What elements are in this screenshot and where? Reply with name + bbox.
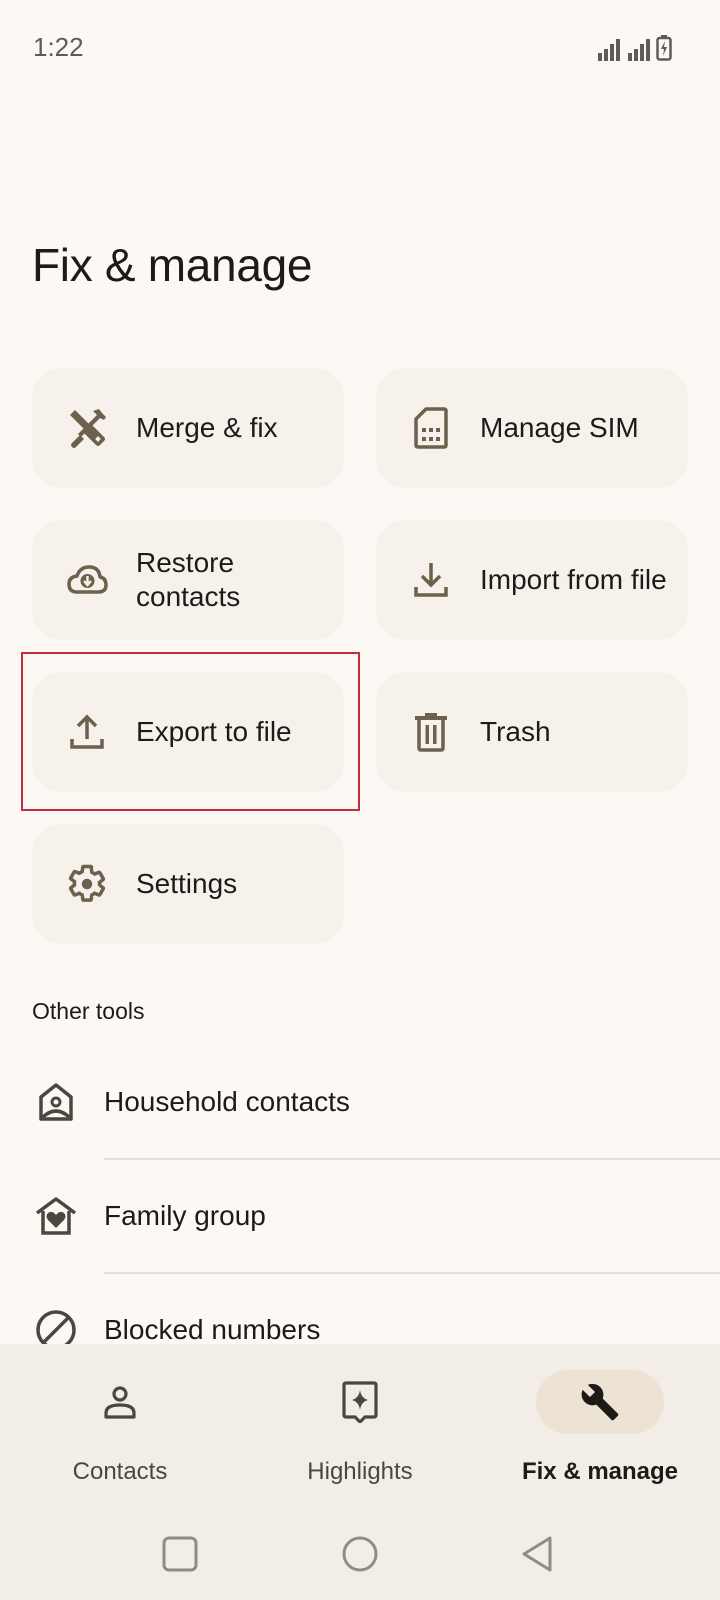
download-icon: [410, 559, 452, 601]
signal-icon: [628, 39, 650, 61]
settings-label: Settings: [136, 868, 238, 899]
status-bar: 1:22: [0, 0, 720, 100]
home-button[interactable]: [338, 1532, 382, 1576]
nav-pill-active: [536, 1370, 664, 1434]
import-from-file-button[interactable]: Import from file: [376, 520, 688, 640]
merge-fix-label: Merge & fix: [136, 412, 278, 443]
nav-tab-highlights[interactable]: Highlights: [260, 1370, 460, 1500]
nav-tab-contacts[interactable]: Contacts: [20, 1370, 220, 1500]
import-from-file-label: Import from file: [480, 564, 667, 595]
restore-contacts-label: Restore contacts: [136, 547, 241, 612]
back-button[interactable]: [516, 1532, 560, 1576]
blocked-numbers-label: Blocked numbers: [104, 1314, 321, 1345]
nav-label-contacts: Contacts: [72, 1458, 168, 1485]
manage-sim-label: Manage SIM: [480, 412, 639, 443]
family-home-icon: [34, 1194, 78, 1238]
cloud-download-icon: [66, 559, 108, 601]
trash-label: Trash: [480, 716, 551, 747]
merge-fix-button[interactable]: Merge & fix: [32, 368, 344, 488]
page-title: Fix & manage: [32, 239, 313, 291]
recents-icon: [162, 1536, 198, 1572]
gear-icon: [66, 863, 108, 905]
sim-card-icon: [410, 407, 452, 449]
household-contacts-label: Household contacts: [104, 1086, 350, 1117]
other-tools-heading: Other tools: [32, 998, 145, 1024]
family-group-label: Family group: [104, 1200, 266, 1231]
recents-button[interactable]: [158, 1532, 202, 1576]
export-to-file-label: Export to file: [136, 716, 292, 747]
person-icon: [104, 1386, 136, 1419]
nav-pill: [56, 1370, 184, 1434]
trash-icon: [410, 711, 452, 753]
back-triangle-icon: [522, 1536, 552, 1572]
nav-label-fix-manage: Fix & manage: [521, 1458, 679, 1485]
nav-pill: [296, 1370, 424, 1434]
family-group-item[interactable]: Family group: [0, 1160, 720, 1272]
merge-fix-icon: [66, 407, 108, 449]
home-circle-icon: [342, 1536, 378, 1572]
system-navigation-bar: [0, 1510, 720, 1600]
wrench-icon: [581, 1383, 619, 1421]
upload-icon: [66, 711, 108, 753]
export-to-file-button[interactable]: Export to file: [32, 672, 344, 792]
battery-charging-icon: [656, 35, 672, 61]
highlights-icon: [342, 1381, 378, 1423]
settings-button[interactable]: Settings: [32, 824, 344, 944]
nav-tab-fix-manage[interactable]: Fix & manage: [500, 1370, 700, 1500]
manage-sim-button[interactable]: Manage SIM: [376, 368, 688, 488]
trash-button[interactable]: Trash: [376, 672, 688, 792]
restore-contacts-button[interactable]: Restore contacts: [32, 520, 344, 640]
household-contacts-item[interactable]: Household contacts: [0, 1046, 720, 1158]
status-time: 1:22: [33, 32, 84, 62]
signal-icon: [598, 39, 620, 61]
household-icon: [34, 1080, 78, 1124]
nav-label-highlights: Highlights: [307, 1458, 413, 1485]
status-icons: [598, 35, 672, 61]
